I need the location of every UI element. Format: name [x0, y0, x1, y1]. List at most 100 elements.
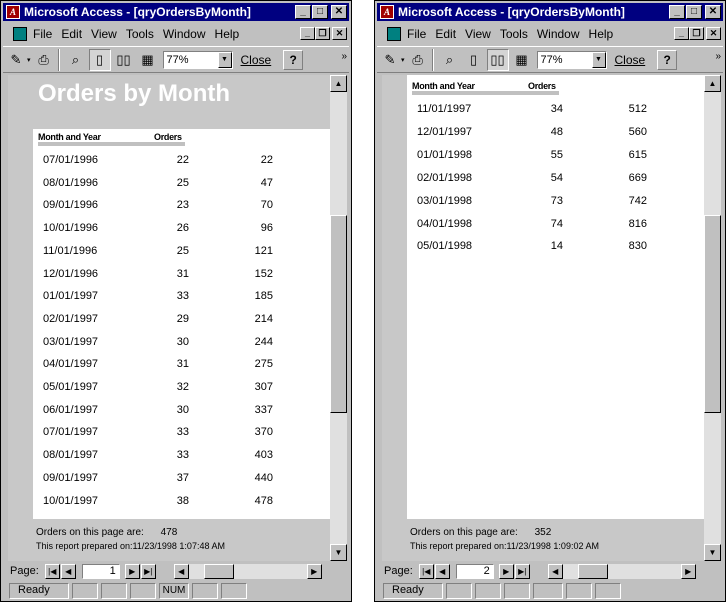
title-bar[interactable]: A Microsoft Access - [qryOrdersByMonth] … [3, 3, 349, 21]
help-icon[interactable]: ? [283, 49, 304, 70]
menu-file[interactable]: File [33, 27, 52, 41]
menu-edit[interactable]: Edit [435, 27, 456, 41]
row-running-total: 244 [254, 335, 273, 348]
prepared-timestamp: This report prepared on:11/23/1998 1:07:… [36, 541, 225, 551]
document-icon[interactable] [13, 27, 27, 41]
previous-page-icon[interactable]: ◀ [60, 563, 76, 579]
row-orders: 30 [176, 403, 189, 416]
row-running-total: 742 [628, 194, 647, 207]
zoom-magnifier-icon[interactable]: ⌕ [65, 49, 87, 71]
view-design-icon[interactable]: ✎ [5, 49, 27, 71]
scroll-right-icon[interactable]: ▶ [306, 563, 322, 579]
multiple-pages-icon[interactable]: ▦ [511, 49, 533, 71]
menu-window[interactable]: Window [163, 27, 206, 41]
doc-close-button[interactable]: ✕ [706, 27, 721, 40]
row-running-total: 370 [254, 426, 273, 439]
next-page-icon[interactable]: ▶ [498, 563, 514, 579]
report-preview-area[interactable]: Orders by Month Month and Year Orders 07… [8, 75, 330, 561]
zoom-select[interactable]: 77% ▼ [536, 50, 607, 69]
menu-help[interactable]: Help [215, 27, 240, 41]
report-row: 09/01/1996 23 70 [8, 199, 330, 219]
scroll-up-icon[interactable]: ▲ [704, 75, 721, 92]
doc-minimize-button[interactable]: _ [300, 27, 315, 40]
two-pages-icon[interactable]: ▯▯ [113, 49, 135, 71]
row-date: 02/01/1998 [417, 171, 473, 184]
menu-tools[interactable]: Tools [500, 27, 528, 41]
last-page-icon[interactable]: ▶| [140, 563, 156, 579]
doc-close-button[interactable]: ✕ [332, 27, 347, 40]
scroll-left-icon[interactable]: ◀ [173, 563, 189, 579]
scroll-up-icon[interactable]: ▲ [330, 75, 347, 92]
menu-view[interactable]: View [465, 27, 491, 41]
close-window-button[interactable]: ✕ [705, 5, 721, 19]
two-pages-icon[interactable]: ▯▯ [486, 48, 509, 71]
menu-file[interactable]: File [407, 27, 426, 41]
doc-minimize-button[interactable]: _ [674, 27, 689, 40]
row-date: 02/01/1997 [43, 312, 99, 325]
row-running-total: 403 [254, 449, 273, 462]
menu-tools[interactable]: Tools [126, 27, 154, 41]
column-header-month: Month and Year [38, 132, 101, 142]
first-page-icon[interactable]: |◀ [44, 563, 60, 579]
menu-window[interactable]: Window [537, 27, 580, 41]
page-number-input[interactable]: 1 [81, 563, 120, 579]
page-navigation: Page: |◀ ◀ 1 ▶ ▶| ◀ ▶ [3, 561, 349, 581]
scroll-thumb[interactable] [704, 215, 721, 413]
last-page-icon[interactable]: ▶| [514, 563, 530, 579]
scroll-down-icon[interactable]: ▼ [704, 544, 721, 561]
report-preview-area[interactable]: Month and Year Orders 11/01/1997 34 512 12/… [382, 75, 704, 561]
first-page-icon[interactable]: |◀ [418, 563, 434, 579]
close-window-button[interactable]: ✕ [331, 5, 347, 19]
view-design-icon[interactable]: ✎ [379, 49, 401, 71]
help-icon[interactable]: ? [657, 49, 678, 70]
access-app-icon[interactable]: A [6, 5, 20, 19]
maximize-button[interactable]: □ [312, 5, 328, 19]
document-icon[interactable] [387, 27, 401, 41]
row-orders: 33 [176, 426, 189, 439]
close-preview-button[interactable]: Close [241, 53, 272, 67]
minimize-button[interactable]: _ [295, 5, 311, 19]
zoom-magnifier-icon[interactable]: ⌕ [439, 49, 461, 71]
toolbar-overflow-icon[interactable]: » [715, 51, 721, 62]
hscroll-thumb[interactable] [203, 563, 234, 579]
scroll-left-icon[interactable]: ◀ [547, 563, 563, 579]
menu-edit[interactable]: Edit [61, 27, 82, 41]
scroll-thumb[interactable] [330, 215, 347, 413]
vertical-scrollbar[interactable]: ▲ ▼ [704, 75, 721, 561]
zoom-select[interactable]: 77% ▼ [162, 50, 233, 69]
hscroll-thumb[interactable] [577, 563, 608, 579]
one-page-icon[interactable]: ▯ [88, 48, 111, 71]
page-number-input[interactable]: 2 [455, 563, 494, 579]
menu-view[interactable]: View [91, 27, 117, 41]
row-orders: 30 [176, 335, 189, 348]
scroll-right-icon[interactable]: ▶ [680, 563, 696, 579]
minimize-button[interactable]: _ [669, 5, 685, 19]
doc-restore-button[interactable]: ❐ [315, 27, 330, 40]
maximize-button[interactable]: □ [686, 5, 702, 19]
row-running-total: 830 [628, 240, 647, 253]
multiple-pages-icon[interactable]: ▦ [137, 49, 159, 71]
previous-page-icon[interactable]: ◀ [434, 563, 450, 579]
toolbar-overflow-icon[interactable]: » [341, 51, 347, 62]
print-icon[interactable]: ⎙ [33, 49, 55, 71]
one-page-icon[interactable]: ▯ [463, 49, 485, 71]
page-total-value: 478 [160, 527, 178, 538]
title-bar[interactable]: A Microsoft Access - [qryOrdersByMonth] … [377, 3, 723, 21]
view-dropdown-icon[interactable]: ▾ [27, 56, 31, 64]
vertical-scrollbar[interactable]: ▲ ▼ [330, 75, 347, 561]
menu-help[interactable]: Help [589, 27, 614, 41]
chevron-down-icon[interactable]: ▼ [591, 51, 606, 68]
next-page-icon[interactable]: ▶ [124, 563, 140, 579]
access-app-icon[interactable]: A [380, 5, 394, 19]
horizontal-scrollbar[interactable]: ◀ ▶ [173, 563, 322, 579]
chevron-down-icon[interactable]: ▼ [217, 51, 232, 68]
horizontal-scrollbar[interactable]: ◀ ▶ [547, 563, 696, 579]
report-row: 02/01/1997 29 214 [8, 313, 330, 333]
row-date: 03/01/1998 [417, 194, 473, 207]
menu-bar: File Edit View Tools Window Help _ ❐ ✕ [3, 24, 349, 44]
view-dropdown-icon[interactable]: ▾ [401, 56, 405, 64]
scroll-down-icon[interactable]: ▼ [330, 544, 347, 561]
doc-restore-button[interactable]: ❐ [689, 27, 704, 40]
close-preview-button[interactable]: Close [615, 53, 646, 67]
print-icon[interactable]: ⎙ [407, 49, 429, 71]
